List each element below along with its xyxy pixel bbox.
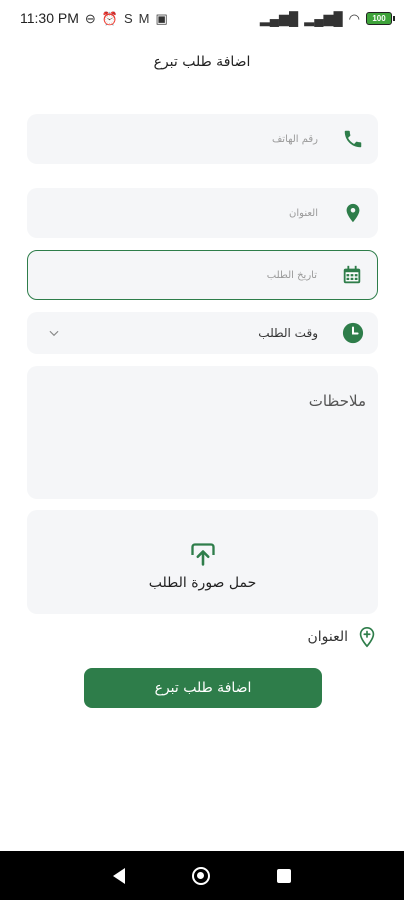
phone-placeholder: رقم الهاتف [271, 133, 318, 145]
signal-icon: ▂▄▆█ [259, 10, 299, 26]
gmail-icon: M [138, 10, 150, 26]
dnd-icon: ⊖ [84, 10, 96, 26]
address-field[interactable]: العنوان [27, 188, 378, 238]
add-location-icon [359, 627, 375, 648]
upload-label: حمل صورة الطلب [148, 575, 257, 591]
screen-icon: ▣ [155, 10, 168, 26]
location-pin-icon [346, 203, 360, 223]
submit-button[interactable]: اضافة طلب تبرع [84, 668, 322, 708]
notes-label: ملاحظات [308, 392, 366, 410]
add-address-button[interactable]: العنوان [307, 626, 378, 648]
page-title: اضافة طلب تبرع [153, 54, 251, 70]
recent-apps-icon[interactable] [276, 868, 291, 883]
upload-icon [190, 543, 215, 566]
status-time: 11:30 PM [20, 10, 79, 26]
sync-icon: S [123, 10, 133, 26]
home-icon[interactable] [191, 866, 210, 885]
calendar-icon [343, 265, 361, 284]
notes-textarea[interactable]: ملاحظات [27, 366, 378, 499]
status-bar: 11:30 PM ⊖ ⏰ S M ▣ ▂▄▆█ ▂▄▆█ ◠ 100 [0, 0, 404, 36]
status-left: 11:30 PM ⊖ ⏰ S M ▣ [20, 10, 168, 26]
wifi-icon: ◠ [348, 10, 360, 26]
chevron-down-icon[interactable] [47, 326, 61, 340]
back-icon[interactable] [113, 867, 126, 884]
screen: 11:30 PM ⊖ ⏰ S M ▣ ▂▄▆█ ▂▄▆█ ◠ 100 اضافة… [0, 0, 404, 900]
system-nav-bar [0, 851, 404, 900]
time-right-group: وقت الطلب [258, 322, 364, 344]
signal-2-icon: ▂▄▆█ [304, 10, 343, 26]
date-placeholder: تاريخ الطلب [266, 269, 317, 281]
address-placeholder: العنوان [289, 207, 318, 219]
time-dropdown[interactable]: وقت الطلب [27, 312, 378, 354]
upload-image-button[interactable]: حمل صورة الطلب [27, 510, 378, 614]
add-address-label: العنوان [307, 629, 348, 645]
phone-icon [344, 130, 362, 148]
status-right: ▂▄▆█ ▂▄▆█ ◠ 100 [259, 10, 395, 26]
battery-icon: 100 [366, 11, 395, 25]
date-field[interactable]: تاريخ الطلب [27, 250, 378, 300]
alarm-icon: ⏰ [101, 10, 118, 26]
clock-icon [342, 322, 364, 344]
time-label: وقت الطلب [258, 326, 318, 340]
phone-field[interactable]: رقم الهاتف [27, 114, 378, 164]
